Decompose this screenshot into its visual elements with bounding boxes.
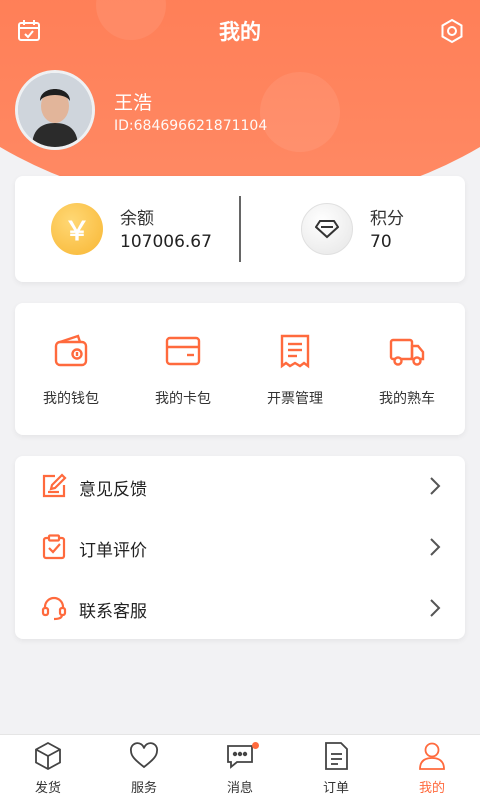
- diamond-icon: [301, 203, 353, 255]
- func-card-pack[interactable]: 我的卡包: [127, 303, 239, 435]
- menu-list: 意见反馈 订单评价 联系客服: [15, 456, 465, 639]
- menu-item-feedback[interactable]: 意见反馈: [15, 456, 465, 517]
- clipboard-check-icon: [42, 534, 66, 560]
- tab-ship[interactable]: 发货: [0, 735, 96, 800]
- feedback-icon: [42, 473, 67, 498]
- invoice-icon: [280, 334, 310, 369]
- unread-badge: [252, 742, 259, 749]
- points-value[interactable]: 70: [370, 232, 392, 252]
- menu-item-customer-service[interactable]: 联系客服: [15, 578, 465, 639]
- tab-mine[interactable]: 我的: [384, 735, 480, 800]
- decor-bubble: [260, 72, 340, 152]
- card-icon: [165, 336, 201, 366]
- user-id: ID:684696621871104: [114, 118, 268, 134]
- func-label: 我的卡包: [155, 391, 211, 407]
- heart-icon: [130, 742, 158, 769]
- yen-coin-icon: ￥: [51, 203, 103, 255]
- page-title: 我的: [219, 20, 261, 44]
- chevron-right-icon: [430, 538, 441, 556]
- tab-messages[interactable]: 消息: [192, 735, 288, 800]
- balance-card: ￥ 余额 107006.67 积分 70: [15, 176, 465, 282]
- avatar[interactable]: [15, 70, 95, 150]
- chat-icon: [227, 745, 253, 769]
- func-label: 我的熟车: [379, 391, 435, 407]
- truck-icon: [389, 338, 425, 366]
- menu-label: 意见反馈: [79, 480, 147, 500]
- user-icon: [419, 742, 445, 770]
- cube-icon: [35, 741, 61, 771]
- func-wallet[interactable]: 我的钱包: [15, 303, 127, 435]
- menu-item-order-review[interactable]: 订单评价: [15, 517, 465, 578]
- menu-label: 订单评价: [79, 541, 147, 561]
- settings-icon[interactable]: [437, 16, 467, 46]
- chevron-right-icon: [430, 477, 441, 495]
- tab-label: 我的: [418, 781, 445, 796]
- divider: [239, 196, 241, 262]
- balance-label: 余额: [120, 209, 154, 229]
- menu-label: 联系客服: [79, 602, 147, 622]
- points-label: 积分: [370, 209, 404, 229]
- balance-value[interactable]: 107006.67: [120, 232, 212, 252]
- func-label: 开票管理: [267, 391, 323, 407]
- headset-icon: [41, 596, 67, 621]
- func-invoice[interactable]: 开票管理: [239, 303, 351, 435]
- tab-label: 发货: [34, 781, 61, 796]
- bottom-tab-bar: 发货 服务 消息 订单 我的: [0, 734, 480, 800]
- func-label: 我的钱包: [43, 391, 99, 407]
- top-bar: 我的: [0, 0, 480, 62]
- tab-label: 消息: [226, 781, 253, 796]
- tab-label: 服务: [130, 781, 157, 796]
- wallet-icon: [54, 334, 88, 367]
- chevron-right-icon: [430, 599, 441, 617]
- function-grid: 我的钱包 我的卡包 开票管理 我的熟车: [15, 303, 465, 435]
- func-truck[interactable]: 我的熟车: [351, 303, 463, 435]
- user-name: 王浩: [114, 92, 153, 114]
- tab-orders[interactable]: 订单: [288, 735, 384, 800]
- tab-label: 订单: [322, 781, 349, 796]
- document-icon: [325, 742, 348, 770]
- tab-service[interactable]: 服务: [96, 735, 192, 800]
